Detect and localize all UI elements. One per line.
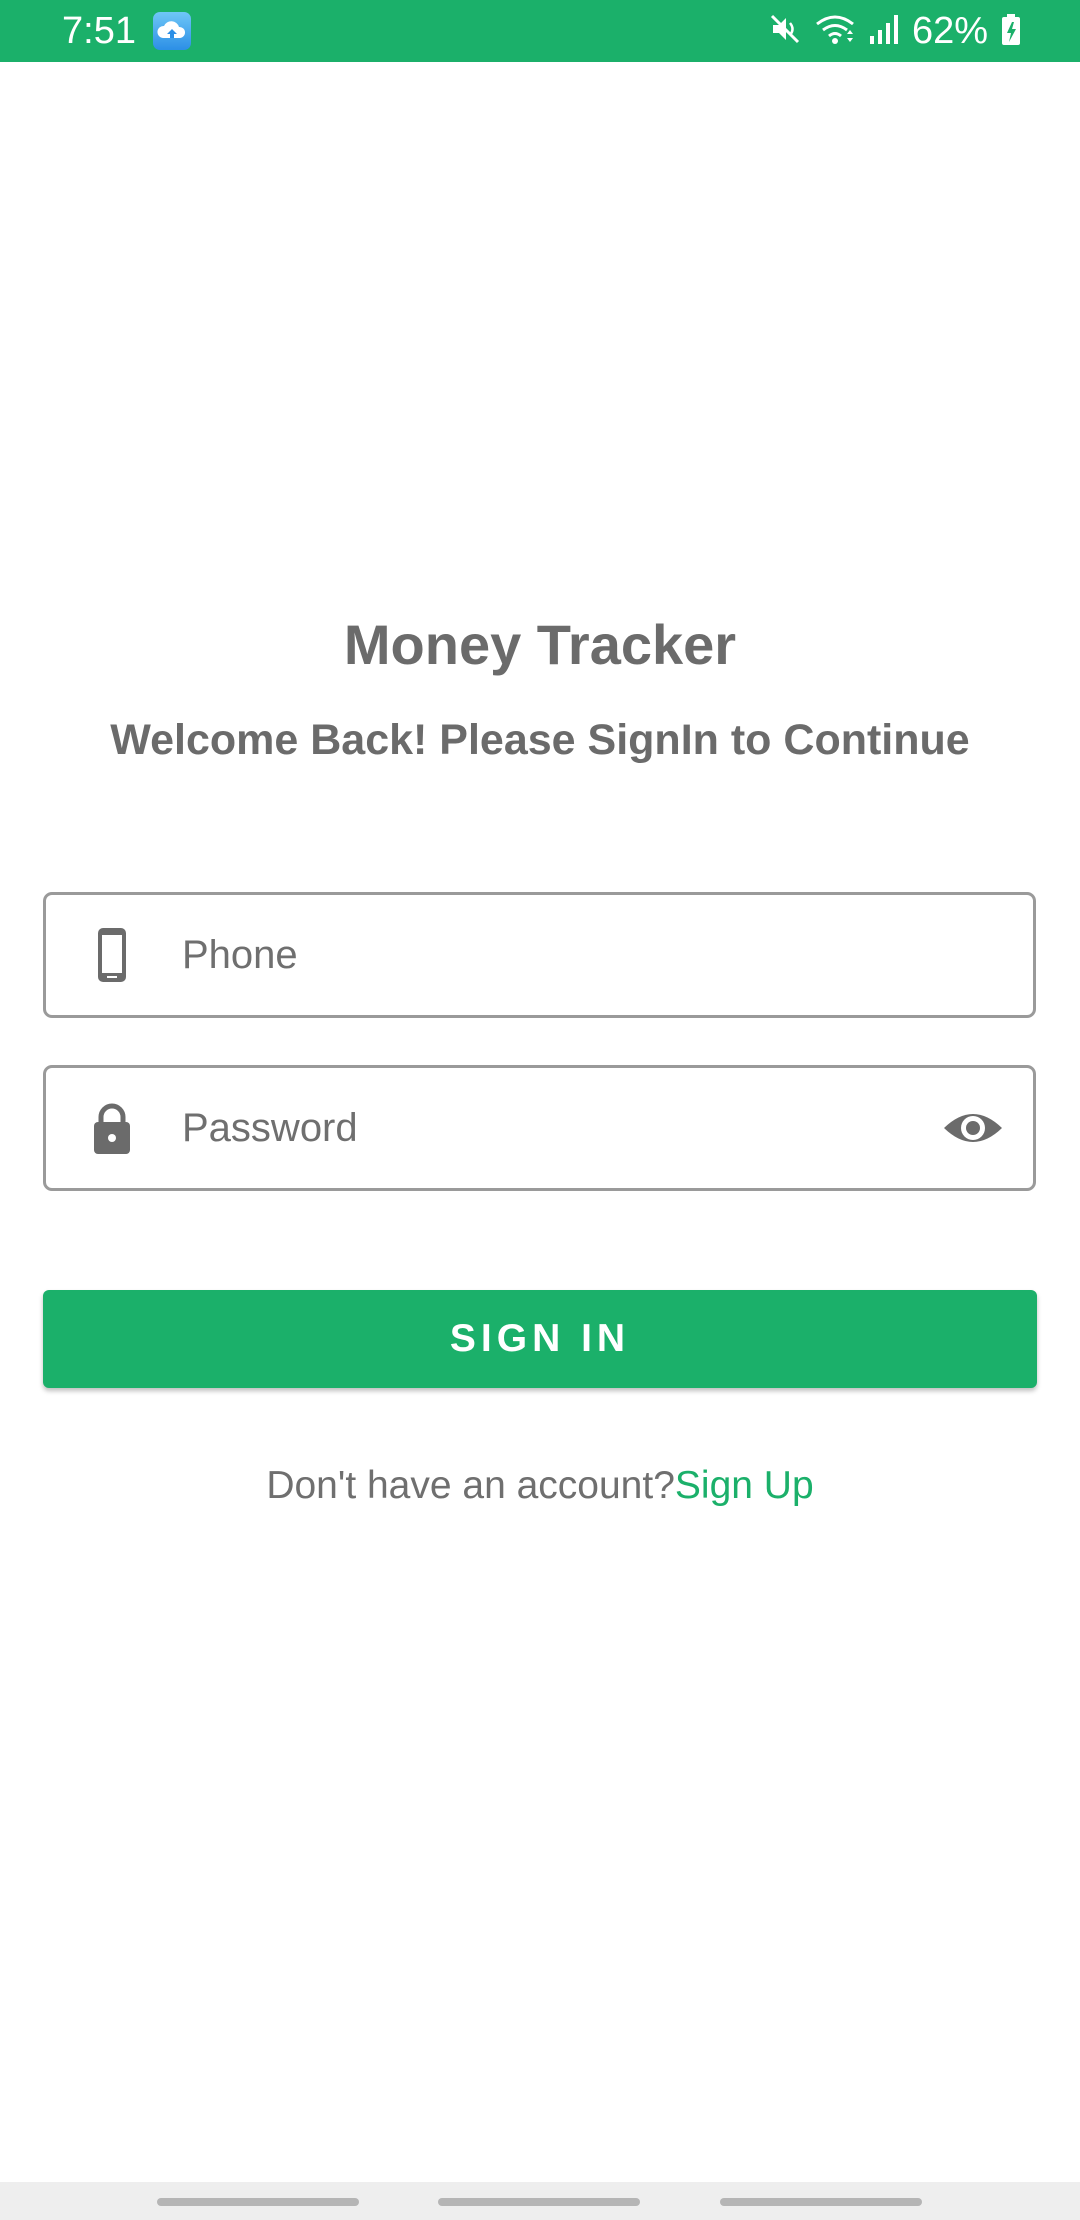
battery-percent: 62% xyxy=(911,10,988,52)
mute-icon xyxy=(768,12,802,51)
sign-in-button[interactable]: SIGN IN xyxy=(43,1290,1037,1388)
battery-charging-icon xyxy=(1000,12,1022,51)
welcome-subtitle: Welcome Back! Please SignIn to Continue xyxy=(110,716,970,764)
status-bar: 7:51 62% xyxy=(0,0,1080,62)
password-field[interactable]: Password xyxy=(43,1065,1036,1191)
sign-up-row: Don't have an account?Sign Up xyxy=(0,1458,1080,1514)
wifi-icon xyxy=(814,12,856,51)
lock-icon xyxy=(82,1098,142,1158)
navigation-bar xyxy=(0,2182,1080,2220)
sign-up-prompt: Don't have an account? xyxy=(266,1464,675,1507)
phone-field[interactable]: Phone xyxy=(43,892,1036,1018)
status-icons: 62% xyxy=(768,8,1022,54)
signal-icon xyxy=(868,12,900,51)
eye-icon[interactable] xyxy=(941,1098,1005,1158)
phone-input[interactable]: Phone xyxy=(182,895,298,1015)
password-input[interactable]: Password xyxy=(182,1068,358,1188)
nav-recents-handle[interactable] xyxy=(157,2198,359,2206)
phone-icon xyxy=(82,925,142,985)
cloud-upload-icon xyxy=(153,12,191,50)
sign-up-link[interactable]: Sign Up xyxy=(675,1464,814,1507)
nav-home-handle[interactable] xyxy=(438,2198,640,2206)
sign-in-screen: 7:51 62% Money Tracker Welcome Back! Ple… xyxy=(0,0,1080,2220)
app-title: Money Tracker xyxy=(343,613,737,676)
nav-back-handle[interactable] xyxy=(720,2198,922,2206)
status-time: 7:51 xyxy=(62,10,136,52)
